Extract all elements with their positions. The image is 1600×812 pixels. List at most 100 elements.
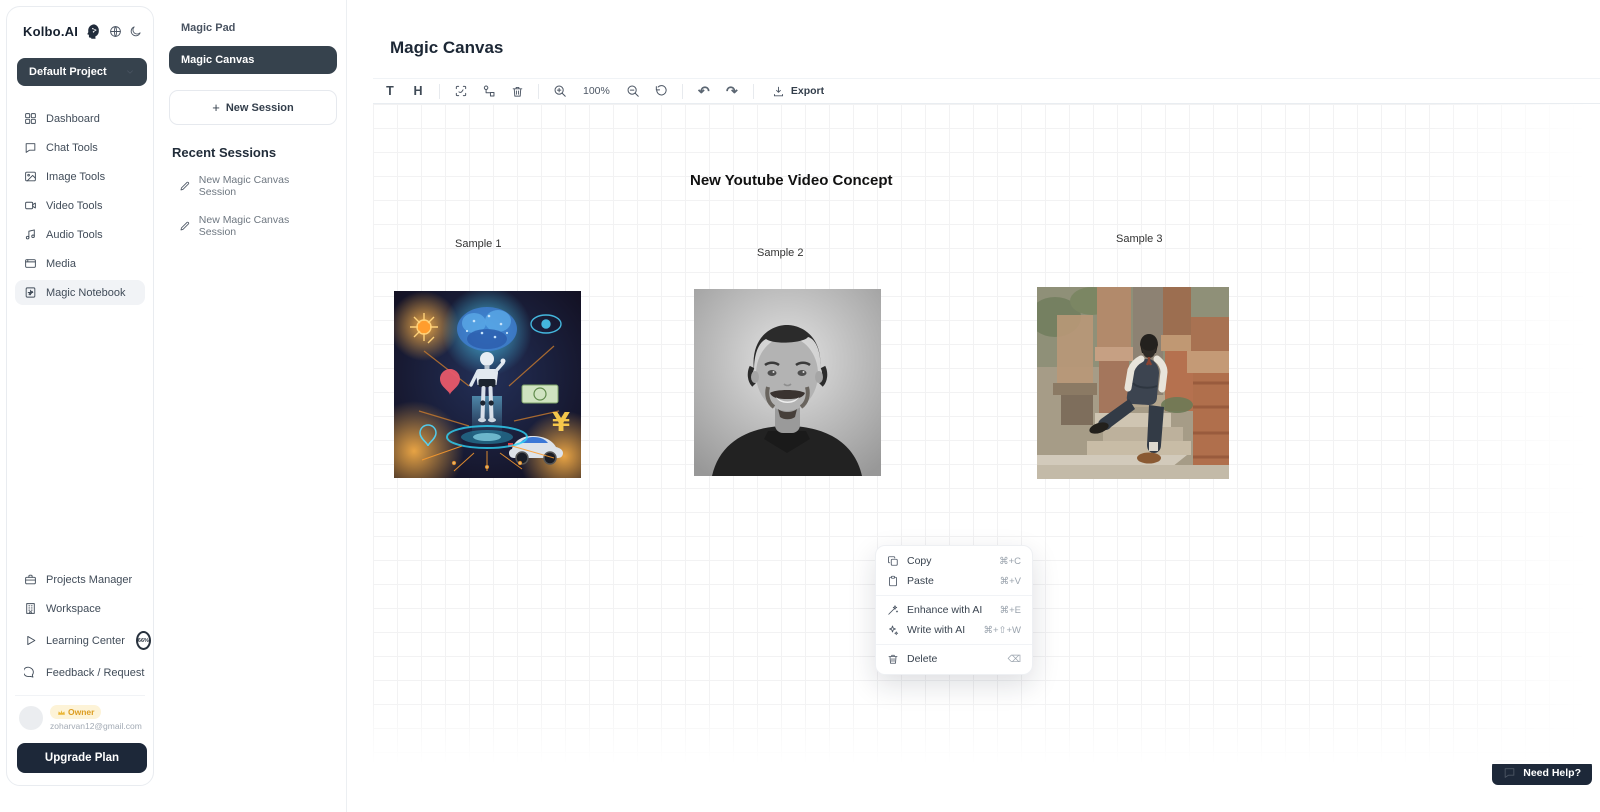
sidebar-item-chat-tools[interactable]: Chat Tools xyxy=(15,135,145,160)
menu-item-label: Copy xyxy=(907,555,932,567)
menu-item-write-with-ai[interactable]: Write with AI ⌘+⇧+W xyxy=(876,620,1032,640)
sidebar-item-label: Video Tools xyxy=(46,200,102,212)
sidebar-item-label: Dashboard xyxy=(46,113,100,125)
menu-divider xyxy=(876,644,1032,645)
menu-shortcut: ⌘+V xyxy=(1000,576,1021,587)
magic-canvas-grid[interactable]: New Youtube Video Concept Sample 1 Sampl… xyxy=(373,104,1600,764)
globe-icon[interactable] xyxy=(109,25,122,38)
zoom-in-icon[interactable] xyxy=(549,81,571,101)
pencil-icon xyxy=(179,180,191,192)
primary-sidebar: Kolbo.AI Default Project Dashboard Chat … xyxy=(6,6,154,786)
sidebar-item-label: Workspace xyxy=(46,603,101,615)
crown-icon xyxy=(57,708,66,717)
menu-shortcut: ⌫ xyxy=(1008,654,1021,665)
session-item-label: New Magic Canvas Session xyxy=(199,214,327,238)
svg-text:¥: ¥ xyxy=(552,408,570,438)
session-list-item[interactable]: New Magic Canvas Session xyxy=(169,166,337,206)
trash-tool-icon[interactable] xyxy=(506,81,528,101)
sidebar-item-media[interactable]: Media xyxy=(15,251,145,276)
sidebar-item-dashboard[interactable]: Dashboard xyxy=(15,106,145,131)
building-icon xyxy=(24,602,37,615)
auto-select-icon[interactable] xyxy=(450,81,472,101)
panel-item-magic-pad[interactable]: Magic Pad xyxy=(169,14,337,42)
menu-item-delete[interactable]: Delete ⌫ xyxy=(876,649,1032,669)
new-session-button[interactable]: + New Session xyxy=(169,90,337,125)
copy-icon xyxy=(887,555,899,567)
audio-icon xyxy=(24,228,37,241)
notebook-icon xyxy=(24,286,37,299)
menu-item-label: Paste xyxy=(907,575,934,587)
media-icon xyxy=(24,257,37,270)
avatar xyxy=(19,706,43,730)
sidebar-item-audio-tools[interactable]: Audio Tools xyxy=(15,222,145,247)
menu-item-copy[interactable]: Copy ⌘+C xyxy=(876,551,1032,571)
sidebar-item-label: Magic Notebook xyxy=(46,287,126,299)
toolbar-divider xyxy=(439,84,440,99)
image-icon xyxy=(24,170,37,183)
brand-logo: Kolbo.AI xyxy=(23,24,78,39)
main-area: Magic Canvas T H 100% xyxy=(347,0,1600,812)
canvas-text-sample-2[interactable]: Sample 2 xyxy=(757,247,803,259)
toolbar-divider xyxy=(538,84,539,99)
menu-shortcut: ⌘+C xyxy=(999,556,1021,567)
canvas-text-sample-3[interactable]: Sample 3 xyxy=(1116,233,1162,245)
zoom-level[interactable]: 100% xyxy=(577,85,616,97)
logo-row: Kolbo.AI xyxy=(15,23,145,40)
learning-progress-badge: 66% xyxy=(136,631,151,650)
sidebar-spacer xyxy=(15,305,145,567)
canvas-image-sample-1[interactable]: ¥ xyxy=(394,291,581,478)
reset-rotate-icon[interactable] xyxy=(650,81,672,101)
panel-item-magic-canvas[interactable]: Magic Canvas xyxy=(169,46,337,74)
menu-shortcut: ⌘+⇧+W xyxy=(983,625,1021,636)
sidebar-item-label: Chat Tools xyxy=(46,142,98,154)
sidebar-item-learning-center[interactable]: Learning Center 66% xyxy=(15,625,145,656)
brain-head-logo-icon xyxy=(85,23,102,40)
zoom-out-icon[interactable] xyxy=(622,81,644,101)
session-list-item[interactable]: New Magic Canvas Session xyxy=(169,206,337,246)
upgrade-plan-button[interactable]: Upgrade Plan xyxy=(17,743,147,773)
text-tool[interactable]: T xyxy=(379,81,401,101)
chat-bubble-icon xyxy=(1503,766,1516,779)
user-meta: Owner zoharvan12@gmail.com xyxy=(50,705,141,731)
redo-icon[interactable]: ↷ xyxy=(721,81,743,101)
user-account-row[interactable]: Owner zoharvan12@gmail.com xyxy=(15,695,145,739)
owner-badge-label: Owner xyxy=(68,707,94,717)
need-help-label: Need Help? xyxy=(1523,767,1581,779)
menu-divider xyxy=(876,595,1032,596)
sidebar-item-video-tools[interactable]: Video Tools xyxy=(15,193,145,218)
sidebar-item-label: Media xyxy=(46,258,76,270)
video-icon xyxy=(24,199,37,212)
undo-icon[interactable]: ↶ xyxy=(693,81,715,101)
canvas-text-sample-1[interactable]: Sample 1 xyxy=(455,238,501,250)
menu-shortcut: ⌘+E xyxy=(1000,605,1021,616)
feedback-bubble-icon xyxy=(24,666,37,679)
sidebar-item-image-tools[interactable]: Image Tools xyxy=(15,164,145,189)
sidebar-item-feedback[interactable]: Feedback / Request xyxy=(15,660,145,685)
moon-icon[interactable] xyxy=(129,25,142,38)
export-label: Export xyxy=(791,85,824,97)
context-menu: Copy ⌘+C Paste ⌘+V Enhance with AI ⌘+E W… xyxy=(875,545,1033,675)
sidebar-nav: Dashboard Chat Tools Image Tools Video T… xyxy=(15,106,145,305)
sidebar-item-magic-notebook[interactable]: Magic Notebook xyxy=(15,280,145,305)
sidebar-item-workspace[interactable]: Workspace xyxy=(15,596,145,621)
app-root: Kolbo.AI Default Project Dashboard Chat … xyxy=(0,0,1600,812)
heading-tool[interactable]: H xyxy=(407,81,429,101)
plus-icon: + xyxy=(212,100,220,115)
toolbar-divider xyxy=(682,84,683,99)
menu-item-enhance-with-ai[interactable]: Enhance with AI ⌘+E xyxy=(876,600,1032,620)
project-selector[interactable]: Default Project xyxy=(17,58,147,86)
need-help-button[interactable]: Need Help? xyxy=(1492,760,1592,785)
sidebar-item-projects-manager[interactable]: Projects Manager xyxy=(15,567,145,592)
sidebar-footer-nav: Projects Manager Workspace Learning Cent… xyxy=(15,567,145,685)
canvas-image-sample-3[interactable] xyxy=(1037,287,1229,479)
export-button[interactable]: Export xyxy=(764,82,832,101)
canvas-text-heading[interactable]: New Youtube Video Concept xyxy=(690,172,893,189)
chevron-down-icon xyxy=(125,67,135,77)
canvas-image-sample-2[interactable] xyxy=(694,289,881,476)
menu-item-paste[interactable]: Paste ⌘+V xyxy=(876,571,1032,591)
flow-connector-icon[interactable] xyxy=(478,81,500,101)
play-icon xyxy=(24,634,37,647)
sidebar-item-label: Feedback / Request xyxy=(46,667,144,679)
project-selector-label: Default Project xyxy=(29,66,107,78)
canvas-toolbar: T H 100% ↶ ↷ xyxy=(373,78,1600,104)
